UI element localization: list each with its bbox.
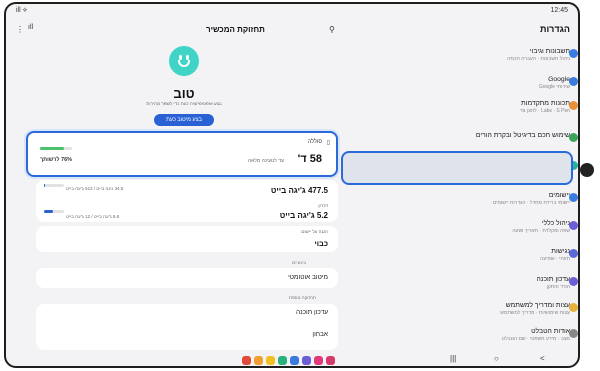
settings-item[interactable]: תכונות מתקדמות Labs · S Pen · לחצן צד	[365, 100, 578, 114]
dock-app-icon[interactable]	[242, 356, 251, 365]
more-options-icon[interactable]: ⋮	[16, 25, 24, 34]
settings-item-icon	[569, 303, 578, 312]
settings-item-title: אודות הטבלט	[531, 328, 570, 335]
app-security-value: כבוי	[314, 239, 328, 248]
dock-app-icon[interactable]	[254, 356, 263, 365]
dock-app-icon[interactable]	[326, 356, 335, 365]
edit-pen-icon[interactable]	[580, 163, 594, 177]
app-security-card[interactable]: הגנה על יישום כבוי	[36, 226, 338, 252]
signal-status: ill ⟡	[16, 7, 28, 14]
memory-title: זיכרון	[318, 203, 328, 208]
settings-item-sub: שפה ומקלדת · תאריך ושעה	[512, 228, 570, 234]
battery-bar-fill	[40, 147, 65, 150]
app-security-title: הגנה על יישום	[301, 229, 328, 234]
optimize-now-button[interactable]: בצע מיטוב כעת	[154, 114, 214, 126]
settings-item-icon	[569, 77, 578, 86]
settings-item-sub: מצב · מידע משפטי · שם הטבלט	[501, 336, 570, 342]
settings-item-sub: חזותי · שמיעה	[540, 256, 570, 262]
settings-item-sub: יישומי ברירת מחדל · הגדרות יישומים	[492, 200, 570, 206]
settings-item[interactable]: עדכון תוכנה הורד והתקן	[365, 276, 578, 290]
storage-small: 34.5 גיגה בייט / 512 ג'יגה בייט	[66, 186, 124, 191]
settings-item-icon	[569, 193, 578, 202]
settings-item-title: ניהול כללי	[541, 220, 570, 227]
settings-item-icon	[569, 277, 578, 286]
section-label-auto: בינוניים	[292, 260, 306, 265]
battery-title: סוללה	[307, 139, 322, 145]
home-button[interactable]: ○	[494, 354, 499, 363]
status-subtitle: בצע אופטימיזציה כעת כדי לשפר מהירות	[146, 101, 222, 106]
battery-icon: ▯	[326, 140, 330, 146]
memory-bar-fill	[44, 210, 53, 213]
battery-remaining: 76% לרשותך	[40, 157, 73, 163]
settings-item[interactable]: נגישות חזותי · שמיעה	[365, 248, 578, 262]
storage-bar-fill	[44, 184, 46, 187]
settings-item-title: יישומים	[548, 192, 570, 199]
tablet: ill ⟡ 12:45 ⋮ ıll תחזוקת המכשיר ⚲ טוב בצ…	[4, 2, 580, 368]
signal-icon: ıll	[28, 24, 34, 31]
auto-optimize-card[interactable]: מיטוב אוטומטי	[36, 268, 338, 288]
settings-item-icon	[569, 101, 578, 110]
dock-app-icon[interactable]	[290, 356, 299, 365]
app-dock	[242, 352, 338, 365]
status-word: טוב	[173, 86, 195, 101]
settings-item-icon	[569, 221, 578, 230]
settings-item[interactable]: ניהול כללי שפה ומקלדת · תאריך ושעה	[365, 220, 578, 234]
settings-item-icon	[569, 49, 578, 58]
memory-bar	[44, 210, 64, 213]
status-bar: ill ⟡ 12:45	[6, 4, 578, 18]
settings-item[interactable]: אודות הטבלט מצב · מידע משפטי · שם הטבלט	[365, 328, 578, 342]
screen-frame: ill ⟡ 12:45 ⋮ ıll תחזוקת המכשיר ⚲ טוב בצ…	[0, 0, 600, 371]
battery-card[interactable]: סוללה ▯ 58 ד' עד לטעינה מלאה 76% לרשותך	[26, 131, 338, 177]
settings-item-icon	[569, 133, 578, 142]
settings-item-title: תכונות מתקדמות	[521, 100, 570, 107]
diagnostics-item[interactable]: אבחון	[312, 331, 328, 338]
settings-item-icon	[569, 329, 578, 338]
dock-app-icon[interactable]	[266, 356, 275, 365]
software-update-item[interactable]: עדכון תוכנה	[296, 309, 328, 316]
storage-memory-card: 477.5 ג'יגה בייט 34.5 גיגה בייט / 512 ג'…	[36, 180, 338, 222]
settings-item-title: נגישות	[551, 248, 570, 255]
settings-item-icon	[569, 249, 578, 258]
memory-small: 5.8 ג'יגה בייט / 12 ג'יגה בייט	[66, 214, 120, 219]
back-button[interactable]: <	[540, 354, 545, 363]
dock-app-icon[interactable]	[278, 356, 287, 365]
recent-apps-button[interactable]: |||	[450, 354, 456, 363]
settings-title: הגדרות	[540, 24, 570, 34]
settings-item-title: Google	[548, 76, 570, 83]
storage-value[interactable]: 477.5 ג'יגה בייט	[271, 186, 328, 195]
settings-item[interactable]: חשבונות וגיבוי ניהול חשבונות · העברה חכמה	[365, 48, 578, 62]
section-label-more: תחזוקה נוספת	[288, 295, 316, 300]
page-title: תחזוקת המכשיר	[206, 25, 265, 34]
settings-item-sub: Labs · S Pen · לחצן צד	[519, 108, 570, 114]
more-care-card: עדכון תוכנה אבחון	[36, 304, 338, 350]
settings-item[interactable]: Google שירותי Google	[365, 76, 578, 90]
settings-item-title: חשבונות וגיבוי	[529, 48, 570, 55]
settings-item-title: עדכון תוכנה	[536, 276, 571, 283]
settings-item-sub: עצות שימושיות · מדריך למשתמש	[500, 310, 570, 316]
settings-item-title: שימוש חכם בדיגיטל ובקרת הורים	[475, 132, 570, 139]
settings-item[interactable]: יישומים יישומי ברירת מחדל · הגדרות יישומי…	[365, 192, 578, 206]
settings-item[interactable]: שימוש חכם בדיגיטל ובקרת הורים	[365, 132, 578, 142]
battery-bar	[40, 147, 72, 150]
search-icon[interactable]: ⚲	[329, 25, 335, 34]
status-smiley-icon	[169, 46, 199, 76]
clock: 12:45	[550, 7, 568, 14]
settings-item-title: עצות ומדריך למשתמש	[505, 302, 570, 309]
auto-optimize-label: מיטוב אוטומטי	[288, 274, 328, 281]
selected-settings-item-highlight	[341, 151, 573, 185]
settings-item[interactable]: עצות ומדריך למשתמש עצות שימושיות · מדריך …	[365, 302, 578, 316]
settings-item-sub: הורד והתקן	[546, 284, 570, 290]
settings-item-sub: שירותי Google	[538, 84, 570, 90]
dock-app-icon[interactable]	[314, 356, 323, 365]
settings-item-sub: ניהול חשבונות · העברה חכמה	[507, 56, 570, 62]
dock-app-icon[interactable]	[302, 356, 311, 365]
storage-bar	[44, 184, 64, 187]
battery-sub: עד לטעינה מלאה	[247, 158, 284, 164]
memory-value[interactable]: 5.2 ג'יגה בייט	[280, 211, 328, 220]
battery-value: 58 ד'	[297, 153, 322, 165]
